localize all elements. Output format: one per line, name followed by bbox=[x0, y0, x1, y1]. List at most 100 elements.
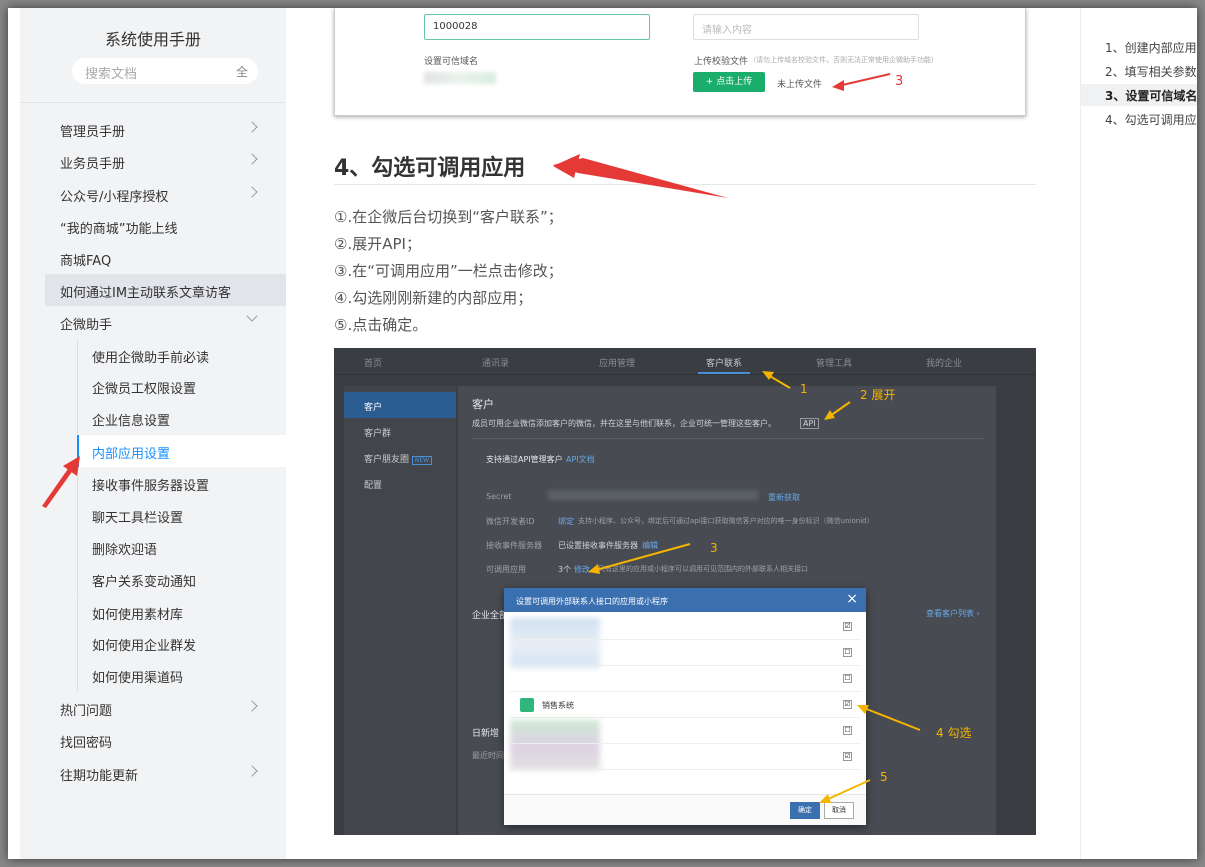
annotation-3: 3 bbox=[710, 541, 718, 555]
app-row: ☐ bbox=[510, 718, 860, 744]
sub-item-chat-toolbar[interactable]: 聊天工具栏设置 bbox=[77, 499, 286, 531]
sub-label: 接收事件服务器设置 bbox=[92, 479, 210, 494]
chevron-right-icon bbox=[246, 153, 258, 165]
app-row: ☑ bbox=[510, 614, 860, 640]
sub-label: 客户关系变动通知 bbox=[92, 575, 197, 590]
admin-side-label: 客户朋友圈 bbox=[364, 455, 410, 465]
app-row: ☑ bbox=[510, 744, 860, 770]
upload-button: + 点击上传 bbox=[693, 72, 765, 92]
admin-title: 客户 bbox=[472, 398, 494, 411]
annotation-4: 4 勾选 bbox=[936, 726, 972, 740]
section-heading: 4、勾选可调用应用 bbox=[334, 156, 526, 181]
refresh-link: 重新获取 bbox=[768, 493, 800, 502]
wx-bind-link: 绑定 bbox=[558, 517, 574, 526]
cancel-button: 取消 bbox=[824, 802, 854, 819]
tab-underline bbox=[698, 372, 750, 374]
step-item: ⑤.点击确定。 bbox=[334, 316, 428, 334]
sub-label: 企业信息设置 bbox=[92, 414, 171, 429]
brand-title: 系统使用手册 bbox=[104, 30, 201, 49]
admin-side-item: 客户朋友圈 NEW bbox=[344, 444, 456, 470]
sub-item-corp-info[interactable]: 企业信息设置 bbox=[77, 402, 286, 434]
nav-item-past-updates[interactable]: 往期功能更新 bbox=[20, 757, 286, 789]
sub-label: 企微员工权限设置 bbox=[92, 382, 197, 397]
admin-tab-active: 客户联系 bbox=[706, 359, 743, 369]
annotation-1: 1 bbox=[800, 382, 808, 396]
screenshot-wework-admin: 首页 通讯录 应用管理 客户联系 管理工具 我的企业 客户 客户群 客户朋友圈 … bbox=[334, 348, 1036, 835]
nav-item-admin-manual[interactable]: 管理员手册 bbox=[20, 113, 286, 145]
app-icon bbox=[520, 698, 534, 712]
admin-sidebar: 客户 客户群 客户朋友圈 NEW 配置 bbox=[344, 386, 456, 835]
search-scope-toggle[interactable]: 全 bbox=[236, 63, 248, 80]
nav-label: 管理员手册 bbox=[60, 125, 126, 140]
chevron-down-icon bbox=[246, 310, 258, 322]
sub-item-mass-send[interactable]: 如何使用企业群发 bbox=[77, 627, 286, 659]
sub-label: 使用企微助手前必读 bbox=[92, 351, 210, 366]
chevron-right-icon bbox=[246, 765, 258, 777]
screenshot-upload-form: 1000028 请输入内容 设置可信域名 上传校验文件 （请勿上传域名校验文件，… bbox=[334, 8, 1026, 116]
admin-side-item: 配置 bbox=[364, 481, 383, 491]
step-item: ②.展开API； bbox=[334, 235, 421, 253]
blurred-secret bbox=[548, 490, 758, 500]
nav-item-reset-password[interactable]: 找回密码 bbox=[20, 724, 286, 756]
nav-label: 往期功能更新 bbox=[60, 769, 139, 784]
app-row-sales: 销售系统 ☑ bbox=[510, 692, 860, 718]
checkbox: ☑ bbox=[843, 752, 852, 761]
dialog-title: 设置可调用外部联系人接口的应用或小程序 bbox=[504, 588, 866, 612]
sub-item-delete-welcome[interactable]: 删除欢迎语 bbox=[77, 531, 286, 563]
nav-label: 热门问题 bbox=[60, 704, 113, 719]
api-row-label: 支持通过API管理客户 bbox=[486, 455, 563, 464]
new-badge: NEW bbox=[411, 456, 433, 465]
sub-item-relation-notice[interactable]: 客户关系变动通知 bbox=[77, 563, 286, 595]
nav-label: 商城FAQ bbox=[60, 254, 112, 269]
wx-dev-label: 微信开发者ID bbox=[486, 517, 535, 526]
search-box[interactable]: 搜索文档 全 bbox=[72, 58, 258, 84]
nav-item-wework-assistant[interactable]: 企微助手 bbox=[20, 306, 286, 338]
admin-tabs: 首页 通讯录 应用管理 客户联系 管理工具 我的企业 bbox=[334, 348, 1036, 375]
blurred-domain bbox=[424, 72, 496, 84]
table-of-contents: 1、创建内部应用 2、填写相关参数 3、设置可信域名 4、勾选可调用应用 bbox=[1080, 8, 1197, 859]
checkbox: ☐ bbox=[843, 674, 852, 683]
toc-item[interactable]: 1、创建内部应用 bbox=[1081, 36, 1197, 58]
checkbox: ☐ bbox=[843, 726, 852, 735]
secret-label: Secret bbox=[486, 492, 512, 501]
admin-tab: 我的企业 bbox=[926, 359, 963, 369]
callable-count: 3个 bbox=[558, 565, 572, 574]
sub-item-internal-app[interactable]: 内部应用设置 bbox=[77, 435, 286, 467]
steps-list: ①.在企微后台切换到“客户联系”； ②.展开API； ③.在“可调用应用”一栏点… bbox=[334, 204, 1034, 339]
dialog-footer: 确定 取消 bbox=[504, 794, 866, 825]
article-content: 1000028 请输入内容 设置可信域名 上传校验文件 （请勿上传域名校验文件，… bbox=[286, 8, 1066, 859]
annotation-2: 2 展开 bbox=[860, 388, 896, 402]
annotation-5: 5 bbox=[880, 770, 888, 784]
sub-item-event-server[interactable]: 接收事件服务器设置 bbox=[77, 467, 286, 499]
window-frame: 系统使用手册 搜索文档 全 管理员手册 业务员手册 公众号/小程序授权 “我的商… bbox=[8, 8, 1197, 859]
sub-item-channel-code[interactable]: 如何使用渠道码 bbox=[77, 659, 286, 691]
sub-item-read-first[interactable]: 使用企微助手前必读 bbox=[77, 339, 286, 371]
app-row: ☐ bbox=[510, 666, 860, 692]
nav-item-hot-questions[interactable]: 热门问题 bbox=[20, 692, 286, 724]
sub-label: 如何使用素材库 bbox=[92, 608, 184, 623]
toc-item-active[interactable]: 3、设置可信域名 bbox=[1081, 84, 1197, 106]
sidebar: 系统使用手册 搜索文档 全 管理员手册 业务员手册 公众号/小程序授权 “我的商… bbox=[20, 8, 286, 859]
event-edit-link: 编辑 bbox=[642, 541, 658, 550]
search-input[interactable]: 搜索文档 bbox=[85, 63, 137, 82]
sub-item-permissions[interactable]: 企微员工权限设置 bbox=[77, 370, 286, 402]
nav-item-im-contact[interactable]: 如何通过IM主动联系文章访客 bbox=[45, 274, 286, 306]
toc-item[interactable]: 2、填写相关参数 bbox=[1081, 60, 1197, 82]
nav-item-my-mall[interactable]: “我的商城”功能上线 bbox=[20, 210, 286, 242]
nav-item-sales-manual[interactable]: 业务员手册 bbox=[20, 145, 286, 177]
toc-item[interactable]: 4、勾选可调用应用 bbox=[1081, 108, 1197, 130]
nav-item-mall-faq[interactable]: 商城FAQ bbox=[20, 242, 286, 274]
sub-label: 内部应用设置 bbox=[92, 447, 171, 462]
close-icon: × bbox=[846, 591, 858, 607]
nav-item-mp-auth[interactable]: 公众号/小程序授权 bbox=[20, 178, 286, 210]
step-item: ①.在企微后台切换到“客户联系”； bbox=[334, 208, 563, 226]
admin-tab: 通讯录 bbox=[482, 359, 510, 369]
secret-field: 请输入内容 bbox=[693, 14, 919, 40]
divider bbox=[472, 438, 984, 439]
daily-new-sub: 最近时间 bbox=[472, 751, 504, 760]
step-item: ③.在“可调用应用”一栏点击修改； bbox=[334, 262, 563, 280]
sub-label: 聊天工具栏设置 bbox=[92, 511, 184, 526]
upload-hint: （请勿上传域名校验文件，否则无法正常使用企微助手功能） bbox=[749, 56, 938, 64]
admin-tab: 首页 bbox=[364, 359, 383, 369]
sub-item-material-library[interactable]: 如何使用素材库 bbox=[77, 596, 286, 628]
